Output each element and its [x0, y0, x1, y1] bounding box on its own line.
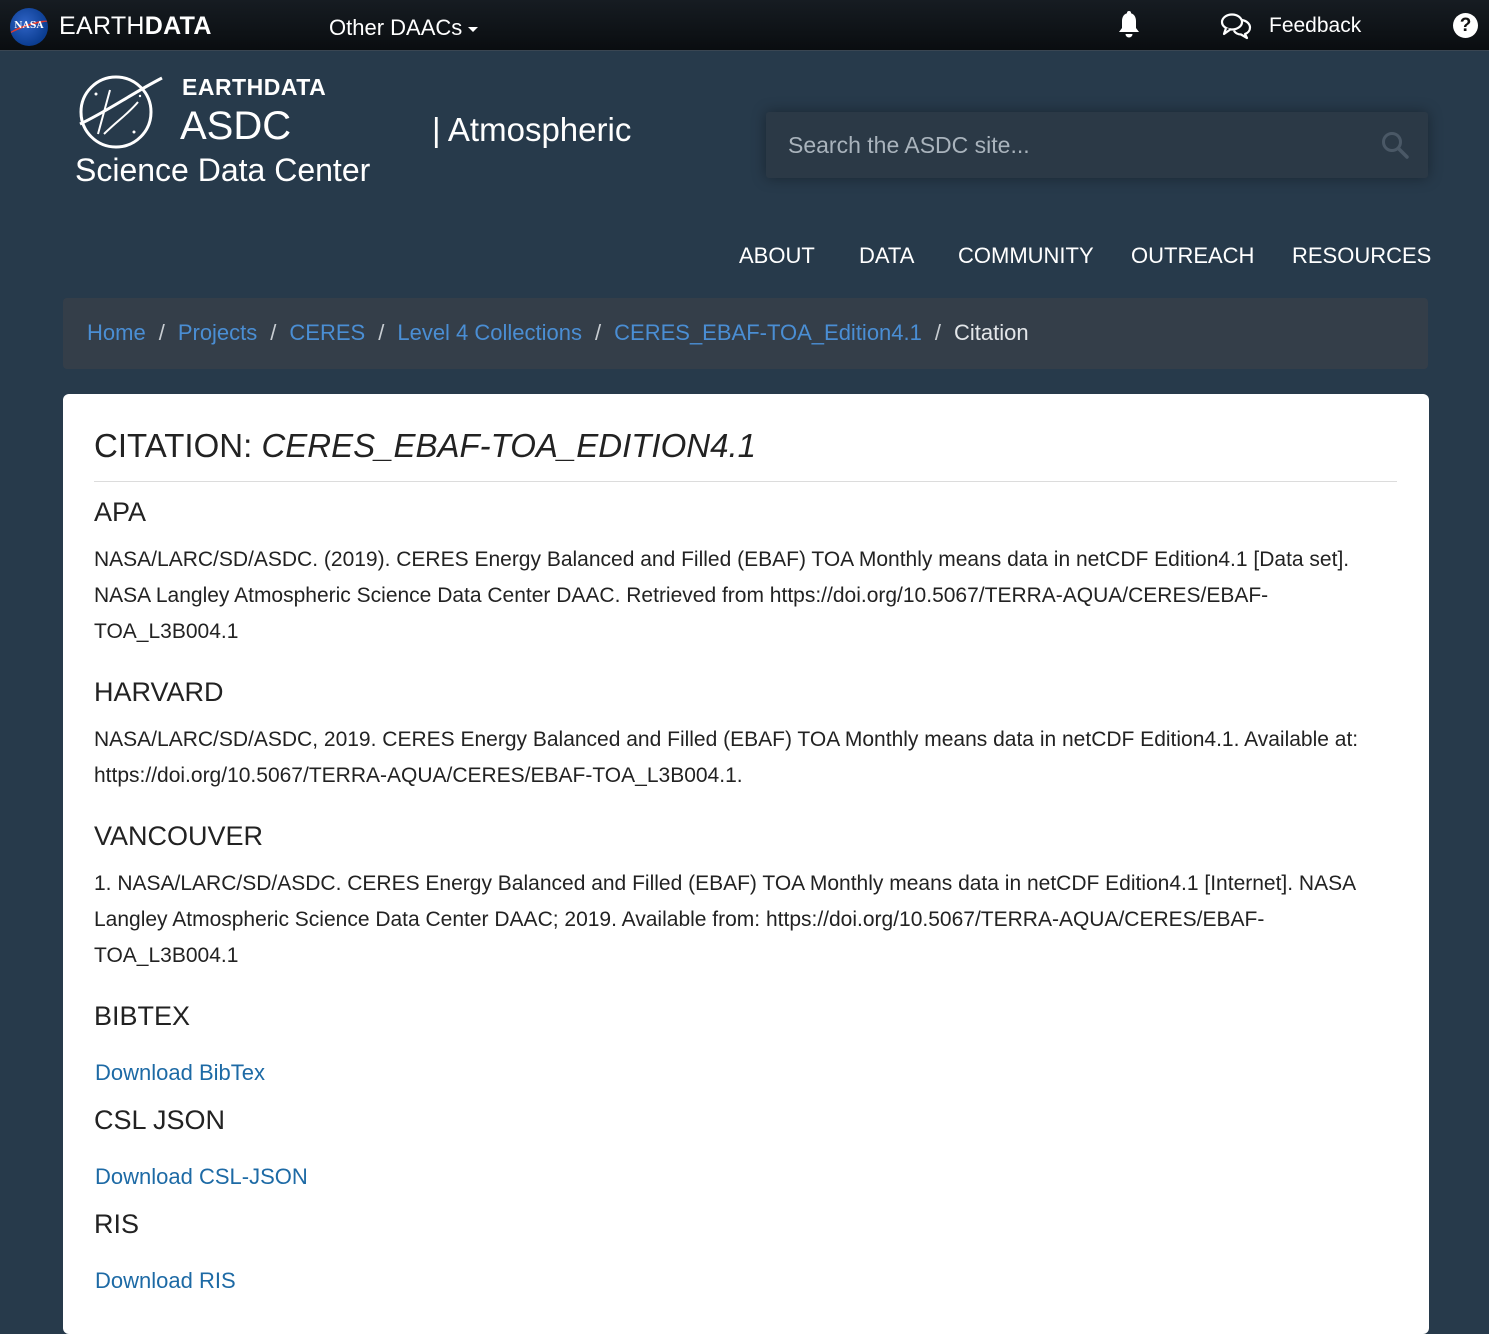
vancouver-citation: 1. NASA/LARC/SD/ASDC. CERES Energy Balan…: [94, 872, 1355, 967]
title-divider: [94, 481, 1397, 482]
breadcrumb-current: Citation: [954, 320, 1029, 345]
question-circle-icon[interactable]: ?: [1453, 13, 1478, 38]
asdc-logo-subtitle: Science Data Center: [75, 152, 371, 188]
nav-resources[interactable]: RESOURCES: [1292, 240, 1431, 272]
breadcrumb-separator: /: [934, 320, 941, 345]
nav-outreach[interactable]: OUTREACH: [1131, 240, 1254, 272]
page-title-prefix: CITATION:: [94, 427, 262, 464]
harvard-heading: HARVARD: [94, 677, 224, 707]
breadcrumb-level4-collections[interactable]: Level 4 Collections: [397, 320, 582, 345]
breadcrumb-dataset[interactable]: CERES_EBAF-TOA_Edition4.1: [614, 320, 922, 345]
bibtex-heading: BIBTEX: [94, 1001, 191, 1031]
vancouver-heading: VANCOUVER: [94, 821, 264, 851]
chat-bubbles-icon: [1220, 13, 1252, 40]
nasa-logo[interactable]: NASA: [10, 8, 48, 46]
nasa-logo-text: NASA: [14, 21, 44, 31]
apa-citation: NASA/LARC/SD/ASDC. (2019). CERES Energy …: [94, 548, 1350, 643]
nav-about[interactable]: ABOUT: [739, 240, 815, 272]
breadcrumb-home[interactable]: Home: [87, 320, 146, 345]
citation-card: CITATION: CERES_EBAF-TOA_EDITION4.1 APA …: [63, 394, 1429, 1334]
page-title-dataset: CERES_EBAF-TOA_EDITION4.1: [261, 427, 756, 464]
download-csl-json-link[interactable]: Download CSL-JSON: [95, 1162, 308, 1192]
download-bibtex-link[interactable]: Download BibTex: [95, 1058, 265, 1088]
earthdata-brand-light: EARTH: [59, 12, 145, 40]
search-input[interactable]: [766, 112, 1366, 178]
caret-down-icon: [468, 26, 479, 32]
bell-icon[interactable]: [1115, 10, 1143, 40]
other-daacs-dropdown[interactable]: Other DAACs: [329, 14, 479, 42]
breadcrumb-trail: Home / Projects / CERES / Level 4 Collections /…: [87, 318, 1029, 348]
apa-heading: APA: [94, 497, 147, 527]
harvard-citation: NASA/LARC/SD/ASDC, 2019. CERES Energy Ba…: [94, 728, 1359, 787]
breadcrumb-separator: /: [595, 320, 602, 345]
search-icon[interactable]: [1380, 130, 1410, 160]
other-daacs-label: Other DAACs: [329, 15, 463, 40]
breadcrumb-ceres[interactable]: CERES: [289, 320, 365, 345]
asdc-logo-name: ASDC: [180, 104, 292, 148]
feedback-label: Feedback: [1269, 14, 1362, 37]
earthdata-brand-bold: DATA: [144, 12, 212, 40]
breadcrumb-projects[interactable]: Projects: [178, 320, 257, 345]
earthdata-brand-link[interactable]: EARTHDATA: [59, 11, 212, 41]
page-title: CITATION: CERES_EBAF-TOA_EDITION4.1: [94, 424, 756, 468]
asdc-logo-earthdata: EARTHDATA: [182, 74, 327, 100]
asdc-logo-atmospheric: | Atmospheric: [432, 111, 632, 148]
breadcrumb-separator: /: [270, 320, 277, 345]
csl-json-heading: CSL JSON: [94, 1105, 226, 1135]
breadcrumb-separator: /: [378, 320, 385, 345]
nav-data[interactable]: DATA: [859, 240, 914, 272]
site-search: [766, 112, 1428, 178]
breadcrumb: Home / Projects / CERES / Level 4 Collections /…: [63, 298, 1428, 369]
earthdata-topbar: NASA EARTHDATA Other DAACs Feedback ?: [0, 0, 1489, 51]
breadcrumb-separator: /: [158, 320, 165, 345]
main-nav: ABOUT DATA COMMUNITY OUTREACH RESOURCES: [0, 240, 1489, 272]
download-ris-link[interactable]: Download RIS: [95, 1266, 236, 1296]
nasa-meatball-logo-icon: [79, 75, 163, 149]
nav-community[interactable]: COMMUNITY: [958, 240, 1094, 272]
ris-heading: RIS: [94, 1209, 140, 1239]
